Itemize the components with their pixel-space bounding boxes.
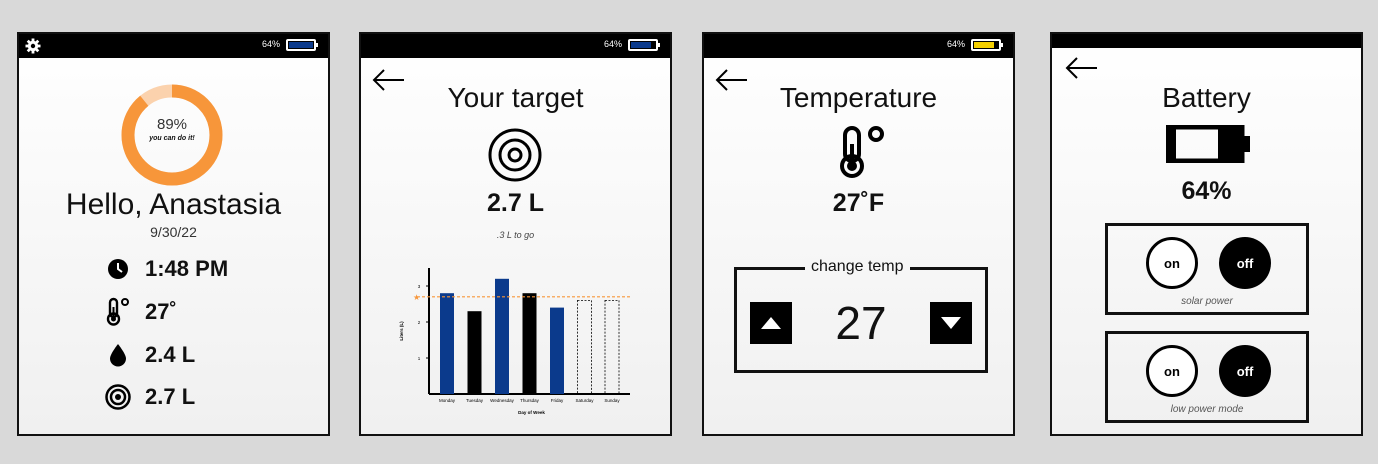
low-power-on-button[interactable]: on [1146, 345, 1198, 397]
stat-water-value: 2.4 L [145, 342, 196, 367]
chart-bar [550, 307, 564, 394]
stat-time-value: 1:48 PM [145, 256, 229, 281]
page-title: Temperature [779, 82, 938, 113]
page-title: Your target [447, 82, 584, 113]
gear-icon[interactable] [25, 38, 41, 54]
solar-power-caption: solar power [1181, 296, 1233, 307]
target-icon [488, 128, 542, 182]
battery-screen: Battery 64% on off solar power on off lo… [1050, 32, 1363, 436]
greeting: Hello, Anastasia [65, 188, 282, 221]
stat-row-target: 2.7 L [105, 382, 195, 412]
current-temperature: 27˚F [832, 189, 885, 217]
triangle-down-icon [941, 317, 961, 329]
status-bar: 64% [704, 34, 1013, 58]
battery-percent-text: 64% [262, 39, 281, 49]
x-tick-label: Wednesday [490, 398, 514, 403]
chart-bar [522, 293, 537, 394]
target-star-icon: ★ [413, 293, 420, 302]
status-bar: 64% [19, 34, 328, 58]
weekly-intake-chart: 1 2 3 Monday Tuesday Wednesday Thursday Friday S… [399, 268, 632, 415]
chart-bar [604, 300, 620, 395]
triangle-up-icon [761, 317, 781, 329]
progress-percent: 89% [156, 116, 188, 133]
clock-icon [105, 256, 131, 282]
low-power-panel: on off low power mode [1105, 331, 1309, 423]
thermometer-icon [105, 297, 131, 326]
stat-temperature-value: 27˚ [145, 299, 177, 324]
battery-percent-text: 64% [604, 39, 623, 49]
target-screen: 64% Your target 2.7 L .3 L to go 1 2 3 Mond… [359, 32, 672, 436]
x-axis-label: Day of Week [518, 410, 545, 415]
decrease-temp-button[interactable] [930, 302, 972, 344]
water-drop-icon [105, 342, 131, 368]
y-tick-label: 3 [418, 284, 421, 289]
solar-power-panel: on off solar power [1105, 223, 1309, 315]
increase-temp-button[interactable] [750, 302, 792, 344]
low-power-off-button[interactable]: off [1219, 345, 1271, 397]
battery-icon [971, 39, 1003, 51]
x-tick-label: Saturday [575, 398, 594, 403]
battery-icon [286, 39, 318, 51]
home-screen: 64% 89% you can do it! Hello, Anastasia … [17, 32, 330, 436]
thermometer-icon [840, 126, 884, 178]
solar-power-off-button[interactable]: off [1219, 237, 1271, 289]
battery-fill [631, 42, 651, 48]
date: 9/30/22 [150, 224, 197, 240]
battery-fill [974, 42, 994, 48]
change-temp-box: change temp 27 [734, 258, 988, 373]
temperature-screen: 64% Temperature 27˚F change temp 27 [702, 32, 1015, 436]
progress-caption: you can do it! [149, 135, 195, 142]
page-title: Battery [1162, 82, 1251, 113]
battery-large-icon [1166, 125, 1250, 163]
y-tick-label: 1 [418, 356, 421, 361]
battery-percent: 64% [1181, 177, 1232, 205]
stat-row-water: 2.4 L [105, 340, 195, 370]
y-tick-label: 2 [418, 320, 421, 325]
chart-bar [467, 311, 482, 394]
temp-setpoint: 27 [835, 297, 887, 349]
battery-percent-text: 64% [947, 39, 966, 49]
target-remaining: .3 L to go [496, 230, 535, 240]
x-tick-label: Friday [551, 398, 564, 403]
stat-target-value: 2.7 L [145, 384, 196, 409]
target-icon [105, 384, 131, 410]
battery-fill [289, 42, 313, 48]
back-arrow-icon[interactable] [1064, 56, 1098, 80]
stat-row-time: 1:48 PM [105, 254, 228, 284]
stat-row-temperature: 27˚ [105, 297, 177, 327]
chart-bar [440, 293, 454, 394]
chart-bar [577, 300, 592, 395]
status-bar [1052, 34, 1361, 48]
status-bar: 64% [361, 34, 670, 58]
chart-bar [495, 278, 509, 394]
change-temp-label: change temp [805, 258, 910, 276]
low-power-caption: low power mode [1170, 404, 1244, 415]
y-axis-label: Liters (L) [399, 321, 404, 341]
x-tick-label: Thursday [520, 398, 540, 403]
target-value: 2.7 L [487, 189, 544, 217]
battery-icon [628, 39, 660, 51]
x-tick-label: Tuesday [466, 398, 484, 403]
x-tick-label: Sunday [604, 398, 620, 403]
solar-power-on-button[interactable]: on [1146, 237, 1198, 289]
x-tick-label: Monday [439, 398, 456, 403]
